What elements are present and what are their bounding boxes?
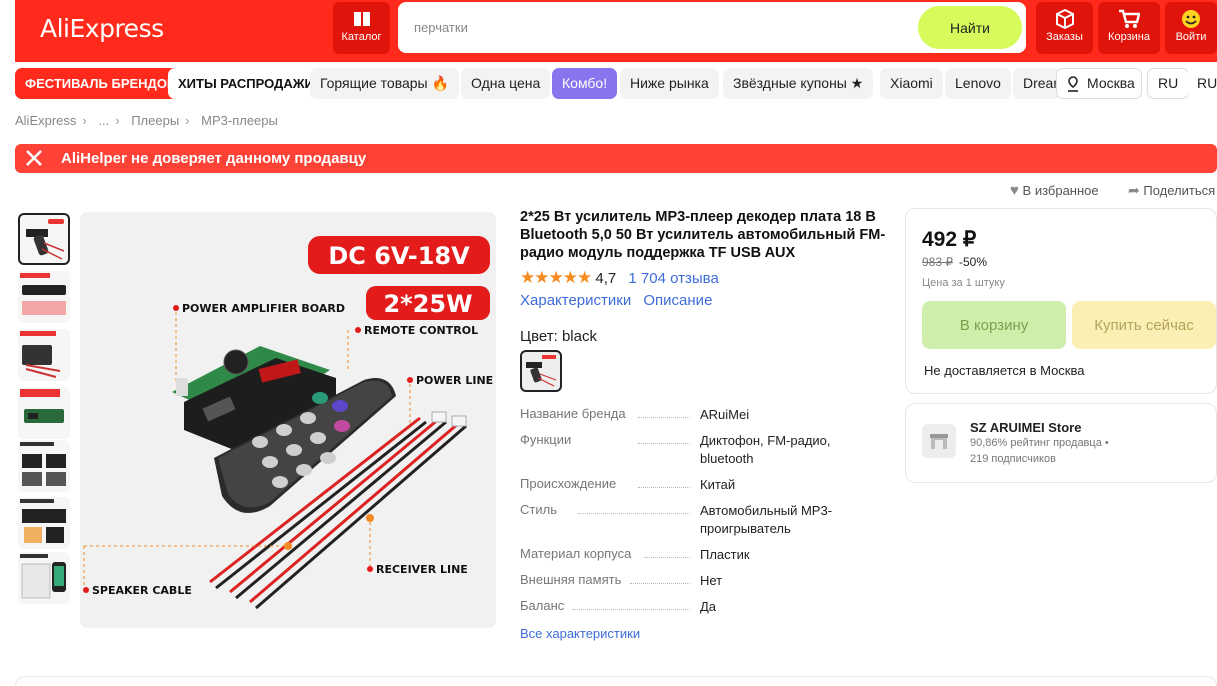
price: 492 ₽ [922, 228, 977, 251]
nav-hot-items[interactable]: Горящие товары 🔥 [310, 68, 459, 99]
rating-stars: ★★★★★ [520, 268, 592, 287]
orders-button[interactable]: Заказы [1036, 2, 1093, 54]
power-label: 2*25W [383, 290, 472, 318]
seller-warning-banner: AliHelper не доверяет данному продавцу [15, 144, 1217, 173]
buy-box: 492 ₽ 983 ₽ -50% Цена за 1 штуку В корзин… [905, 208, 1217, 394]
pin-icon [1068, 76, 1078, 92]
find-button[interactable]: Найти [918, 6, 1022, 49]
nav-one-price[interactable]: Одна цена [461, 68, 551, 99]
breadcrumb: AliExpress › ... › Плееры › MP3-плееры [15, 113, 278, 128]
nav-lenovo[interactable]: Lenovo [945, 68, 1011, 99]
nav-xiaomi[interactable]: Xiaomi [880, 68, 943, 99]
breadcrumb-item[interactable]: MP3-плееры [201, 113, 278, 128]
nav-brand-festival[interactable]: ФЕСТИВАЛЬ БРЕНДОВ [15, 68, 187, 99]
smiley-icon [1182, 10, 1200, 28]
voltage-label: DC 6V-18V [328, 242, 470, 270]
search-bar: Найти [398, 2, 1026, 53]
thumbnail[interactable] [18, 213, 70, 265]
add-to-cart-button[interactable]: В корзину [922, 301, 1066, 349]
thumbnail[interactable] [18, 497, 70, 549]
thumbnail[interactable] [18, 329, 70, 381]
heart-icon: ♥ [1010, 182, 1019, 199]
section-divider [15, 676, 1217, 686]
store-name[interactable]: SZ ARUIMEI Store [970, 420, 1081, 435]
currency-button[interactable]: RUB [1187, 68, 1217, 99]
thumbnail[interactable] [18, 387, 70, 439]
warning-text: AliHelper не доверяет данному продавцу [61, 150, 367, 167]
old-price: 983 ₽ -50% [922, 255, 988, 269]
color-label: Цвет: black [520, 328, 597, 345]
all-characteristics-link[interactable]: Все характеристики [520, 626, 640, 641]
book-icon [353, 12, 370, 26]
share-button[interactable]: ➦ Поделиться [1128, 182, 1215, 199]
logo[interactable]: AliExpress [40, 14, 164, 43]
discount-badge: -50% [959, 255, 988, 269]
nav-star-coupons[interactable]: Звёздные купоны ★ [723, 68, 874, 99]
favorite-button[interactable]: ♥ В избранное [1010, 182, 1099, 199]
product-title: 2*25 Вт усилитель MP3-плеер декодер плат… [520, 209, 886, 261]
nav-sale-hits[interactable]: ХИТЫ РАСПРОДАЖИ [168, 68, 324, 99]
cart-button[interactable]: Корзина [1098, 2, 1160, 54]
power-line-label: POWER LINE [416, 374, 493, 387]
breadcrumb-item[interactable]: ... [98, 113, 109, 128]
nav-below-market[interactable]: Ниже рынка [620, 68, 719, 99]
nav-dream[interactable]: Dream [1013, 68, 1061, 99]
speaker-label: SPEAKER CABLE [92, 584, 192, 597]
catalog-button[interactable]: Каталог [333, 2, 390, 54]
buy-now-button[interactable]: Купить сейчас [1072, 301, 1216, 349]
color-swatch-black[interactable] [520, 350, 562, 392]
thumbnail[interactable] [18, 440, 70, 492]
reviews-link[interactable]: 1 704 отзыва [628, 270, 718, 287]
tab-characteristics[interactable]: Характеристики [520, 292, 631, 309]
store-card[interactable]: SZ ARUIMEI Store 90,86% рейтинг продавца… [905, 403, 1217, 483]
thumbnail[interactable] [18, 552, 70, 604]
thumbnail[interactable] [18, 271, 70, 323]
share-icon: ➦ [1128, 182, 1140, 198]
product-tabs: Характеристики Описание [520, 292, 720, 309]
delivery-note: Не доставляется в Москва [924, 363, 1085, 378]
login-button[interactable]: Войти [1165, 2, 1217, 54]
rating: ★★★★★ 4,7 1 704 отзыва [520, 268, 719, 288]
product-main-image[interactable]: DC 6V-18V 2*25W POWER AMPLIFIER BOARD RE… [80, 212, 496, 628]
store-subscribers: 219 подписчиков [970, 453, 1056, 465]
language-button[interactable]: RU [1147, 68, 1190, 99]
receiver-label: RECEIVER LINE [376, 563, 468, 576]
store-icon [922, 424, 956, 458]
breadcrumb-item[interactable]: Плееры [131, 113, 179, 128]
promo-nav: ФЕСТИВАЛЬ БРЕНДОВ ХИТЫ РАСПРОДАЖИ Горящи… [15, 68, 1217, 100]
nav-combo[interactable]: Комбо! [552, 68, 618, 99]
breadcrumb-item[interactable]: AliExpress [15, 113, 76, 128]
box-icon [1055, 9, 1074, 29]
cart-icon [1119, 9, 1140, 28]
per-unit-note: Цена за 1 штуку [922, 277, 1005, 289]
header: AliExpress Каталог Найти Заказы Корзина … [15, 0, 1217, 62]
search-input[interactable] [414, 16, 894, 38]
rating-value: 4,7 [595, 270, 617, 287]
store-rating: 90,86% рейтинг продавца • [970, 437, 1109, 449]
amp-board-label: POWER AMPLIFIER BOARD [182, 302, 345, 315]
location-button[interactable]: Москва [1056, 68, 1142, 99]
tab-description[interactable]: Описание [643, 292, 712, 309]
remote-label: REMOTE CONTROL [364, 324, 478, 337]
close-icon[interactable] [25, 149, 43, 167]
